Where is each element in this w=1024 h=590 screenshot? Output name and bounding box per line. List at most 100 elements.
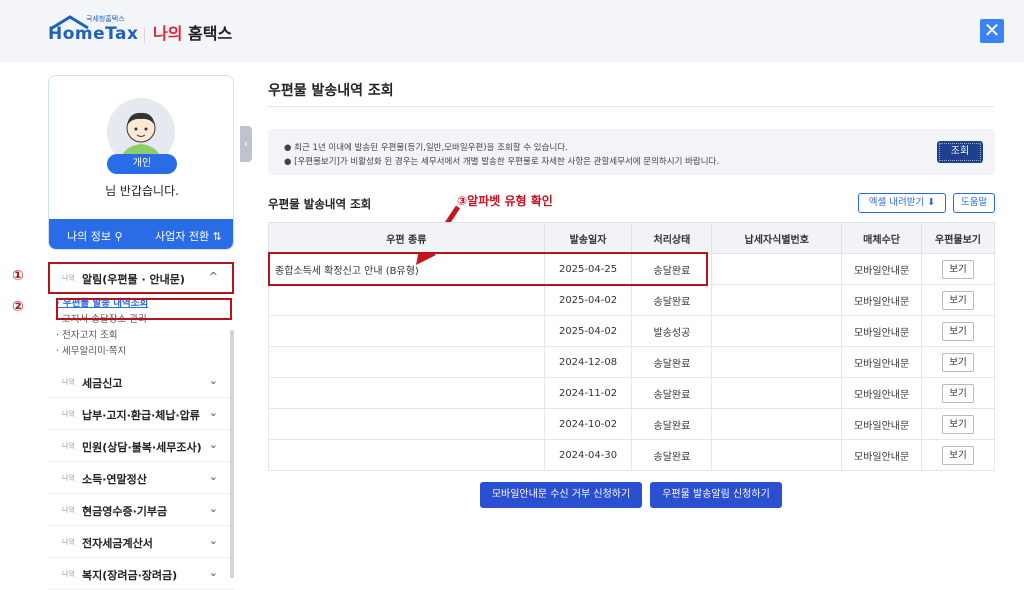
view-button[interactable]: 보기	[942, 383, 974, 403]
col-status[interactable]: 처리상태	[631, 222, 713, 254]
menu-payment[interactable]: 나의 납부·고지·환급·체납·압류 ⌄	[48, 398, 234, 430]
chevron-down-icon: ⌄	[208, 534, 218, 547]
menu-cash-receipt[interactable]: 나의 현금영수증·기부금 ⌄	[48, 494, 234, 526]
notice-line-1: ● 최근 1년 이내에 발송된 우편물(등기,일반,모바일우편)을 조회할 수 …	[284, 141, 568, 153]
cell-media: 모바일안내문	[841, 253, 923, 285]
query-button[interactable]: 조회	[937, 141, 983, 163]
highlight-submenu	[56, 298, 232, 320]
person-icon: ⚲	[114, 230, 123, 243]
menu-income[interactable]: 나의 소득·연말정산 ⌄	[48, 462, 234, 494]
mail-alert-apply-button[interactable]: 우편물 발송알림 신청하기	[650, 482, 782, 508]
cell-view: 보기	[921, 315, 995, 347]
menu-e-invoice[interactable]: 나의 전자세금계산서 ⌄	[48, 526, 234, 558]
menu-prefix: 나의	[62, 410, 75, 418]
chevron-down-icon: ⌄	[208, 566, 218, 579]
chevron-down-icon: ⌄	[208, 374, 218, 387]
submenu-e-notice[interactable]: · 전자고지 조회	[56, 328, 234, 344]
cell-date: 2024-04-30	[543, 439, 633, 471]
view-button[interactable]: 보기	[942, 259, 974, 279]
sidebar-collapse-button[interactable]: ‹	[240, 126, 252, 162]
table-row[interactable]: 2025-04-02 송달완료 모바일안내문 보기	[268, 284, 995, 316]
cell-type	[268, 439, 545, 471]
view-button[interactable]: 보기	[942, 414, 974, 434]
cell-taxpayer-id	[711, 346, 843, 378]
menu-civil[interactable]: 나의 민원(상담·불복·세무조사) ⌄	[48, 430, 234, 462]
chevron-down-icon: ⌄	[208, 502, 218, 515]
submenu-tax-alert[interactable]: · 세무알리미·쪽지	[56, 344, 234, 360]
switch-icon: ⇅	[212, 230, 222, 243]
view-button[interactable]: 보기	[942, 352, 974, 372]
cell-media: 모바일안내문	[841, 346, 923, 378]
excel-label: 엑셀 내려받기	[868, 197, 925, 208]
highlight-first-row	[268, 252, 708, 286]
menu-prefix: 나의	[62, 570, 75, 578]
cell-taxpayer-id	[711, 439, 843, 471]
annotation-3: ③알파벳 유형 확인	[457, 194, 553, 208]
menu-label: 복지(장려금·장려금)	[82, 569, 178, 582]
table-row[interactable]: 2024-04-30 송달완료 모바일안내문 보기	[268, 439, 995, 471]
page-title: 우편물 발송내역 조회	[268, 83, 394, 99]
close-icon: ✕	[983, 18, 1001, 42]
menu-label: 현금영수증·기부금	[82, 505, 168, 518]
table-row[interactable]: 2024-12-08 송달완료 모바일안내문 보기	[268, 346, 995, 378]
col-type[interactable]: 우편 종류	[268, 222, 545, 254]
my-info-label: 나의 정보	[67, 230, 111, 243]
highlight-menu-alerts	[48, 262, 234, 294]
menu-prefix: 나의	[62, 442, 75, 450]
hometax-logo[interactable]: 국세청홈택스 HomeTax	[48, 14, 138, 44]
col-taxpayer-id[interactable]: 납세자식별번호	[711, 222, 843, 254]
switch-label: 사업자 전환	[155, 230, 210, 243]
menu-tax-filing[interactable]: 나의 세금신고 ⌄	[48, 366, 234, 398]
my-info-link[interactable]: 나의 정보 ⚲	[67, 228, 123, 244]
greeting-text: 님 반갑습니다.	[105, 184, 179, 198]
submenu-label: 전자고지 조회	[62, 330, 118, 341]
cell-date: 2024-12-08	[543, 346, 633, 378]
cell-taxpayer-id	[711, 315, 843, 347]
reject-mobile-notice-button[interactable]: 모바일안내문 수신 거부 신청하기	[480, 482, 642, 508]
my-prefix: 나의	[153, 24, 183, 43]
cell-status: 송달완료	[631, 284, 713, 316]
menu-welfare[interactable]: 나의 복지(장려금·장려금) ⌄	[48, 558, 234, 590]
menu-prefix: 나의	[62, 474, 75, 482]
table-row[interactable]: 2024-10-02 송달완료 모바일안내문 보기	[268, 408, 995, 440]
help-button[interactable]: 도움말	[953, 193, 995, 213]
cell-status: 송달완료	[631, 346, 713, 378]
cell-type	[268, 377, 545, 409]
menu-prefix: 나의	[62, 538, 75, 546]
close-button[interactable]: ✕	[980, 19, 1004, 43]
switch-business-link[interactable]: 사업자 전환 ⇅	[155, 228, 222, 244]
view-button[interactable]: 보기	[942, 321, 974, 341]
divider	[144, 26, 145, 43]
cell-date: 2025-04-02	[543, 284, 633, 316]
cell-taxpayer-id	[711, 284, 843, 316]
col-view[interactable]: 우편물보기	[921, 222, 995, 254]
table-header: 우편 종류 발송일자 처리상태 납세자식별번호 매체수단 우편물보기	[268, 222, 995, 254]
chevron-down-icon: ⌄	[208, 438, 218, 451]
menu-prefix: 나의	[62, 506, 75, 514]
col-date[interactable]: 발송일자	[543, 222, 633, 254]
top-bar: 국세청홈택스 HomeTax 나의 홈택스 ✕	[0, 0, 1024, 62]
view-button[interactable]: 보기	[942, 445, 974, 465]
chevron-down-icon: ⌄	[208, 470, 218, 483]
cell-media: 모바일안내문	[841, 284, 923, 316]
notice-box: ● 최근 1년 이내에 발송된 우편물(등기,일반,모바일우편)을 조회할 수 …	[268, 129, 995, 175]
cell-type	[268, 284, 545, 316]
table-row[interactable]: 2024-11-02 송달완료 모바일안내문 보기	[268, 377, 995, 409]
notice-line-2: ● [우편물보기]가 비활성화 된 경우는 세무서에서 개별 발송한 우편물로 …	[284, 155, 719, 167]
view-button[interactable]: 보기	[942, 290, 974, 310]
sidebar-scrollbar[interactable]	[230, 330, 234, 578]
menu-prefix: 나의	[62, 378, 75, 386]
cell-status: 발송성공	[631, 315, 713, 347]
cell-taxpayer-id	[711, 377, 843, 409]
cell-date: 2024-10-02	[543, 408, 633, 440]
annotation-2: ②	[12, 299, 24, 315]
col-media[interactable]: 매체수단	[841, 222, 923, 254]
cell-status: 송달완료	[631, 377, 713, 409]
download-icon: ⬇	[927, 197, 936, 208]
cell-date: 2024-11-02	[543, 377, 633, 409]
user-type-badge: 개인	[107, 154, 177, 174]
table-row[interactable]: 2025-04-02 발송성공 모바일안내문 보기	[268, 315, 995, 347]
logo-subtext: 국세청홈택스	[86, 15, 125, 23]
excel-download-button[interactable]: 엑셀 내려받기 ⬇	[858, 193, 946, 213]
submenu-label: 세무알리미·쪽지	[62, 346, 127, 357]
